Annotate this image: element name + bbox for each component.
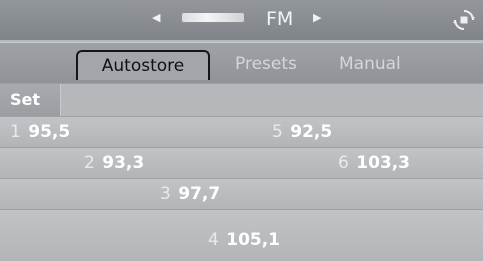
preset-item-4[interactable]: 4 105,1 bbox=[208, 229, 280, 251]
radio-screen: ◀ FM ▶ Autostore Presets Manual Set 1 95… bbox=[0, 0, 483, 261]
set-label: Set bbox=[10, 90, 41, 109]
preset-frequency: 103,3 bbox=[356, 153, 411, 173]
list-row: 2 93,3 6 103,3 bbox=[0, 147, 483, 178]
top-status-bar: ◀ FM ▶ bbox=[0, 0, 483, 40]
tab-presets[interactable]: Presets bbox=[235, 50, 297, 78]
list-row: 3 97,7 bbox=[0, 178, 483, 209]
preset-frequency: 93,3 bbox=[102, 153, 145, 173]
list-row: 4 105,1 bbox=[0, 209, 483, 261]
band-bar-icon bbox=[181, 12, 245, 23]
preset-number: 5 bbox=[272, 122, 283, 142]
preset-item-5[interactable]: 5 92,5 bbox=[272, 121, 332, 143]
triangle-left-icon[interactable]: ◀ bbox=[152, 11, 160, 24]
preset-frequency: 105,1 bbox=[226, 230, 281, 250]
preset-item-3[interactable]: 3 97,7 bbox=[160, 183, 220, 205]
band-label: FM bbox=[266, 8, 294, 30]
set-row: Set bbox=[0, 83, 483, 116]
preset-frequency: 97,7 bbox=[178, 184, 221, 204]
preset-number: 4 bbox=[208, 230, 219, 250]
preset-item-2[interactable]: 2 93,3 bbox=[84, 152, 144, 174]
preset-number: 6 bbox=[338, 153, 349, 173]
list-row: 1 95,5 5 92,5 bbox=[0, 116, 483, 147]
tabs-bar: Autostore Presets Manual bbox=[0, 42, 483, 83]
preset-item-6[interactable]: 6 103,3 bbox=[338, 152, 410, 174]
rotate-dial-icon bbox=[453, 10, 475, 30]
preset-number: 1 bbox=[10, 122, 21, 142]
triangle-right-icon[interactable]: ▶ bbox=[313, 11, 321, 24]
preset-item-1[interactable]: 1 95,5 bbox=[10, 121, 70, 143]
set-button[interactable]: Set bbox=[0, 84, 61, 116]
preset-number: 3 bbox=[160, 184, 171, 204]
tab-autostore[interactable]: Autostore bbox=[76, 50, 210, 80]
preset-frequency: 92,5 bbox=[290, 122, 333, 142]
preset-number: 2 bbox=[84, 153, 95, 173]
tab-manual[interactable]: Manual bbox=[339, 50, 401, 78]
preset-frequency: 95,5 bbox=[28, 122, 71, 142]
